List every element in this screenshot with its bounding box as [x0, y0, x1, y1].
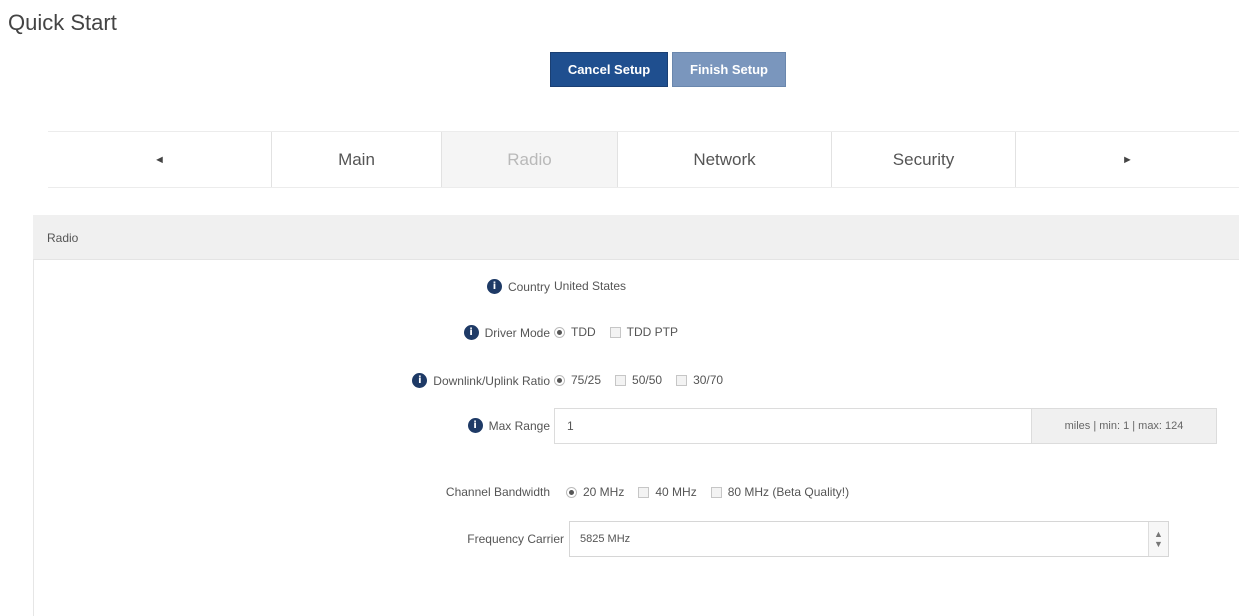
frequency-carrier-select[interactable]: 5825 MHz ▲ ▼ [569, 521, 1169, 557]
max-range-addon: miles | min: 1 | max: 124 [1031, 409, 1216, 443]
driver-mode-label-group: i Driver Mode [463, 325, 550, 340]
max-range-label-group: i Max Range [467, 418, 550, 433]
chevron-down-icon[interactable]: ▲ ▼ [1148, 522, 1168, 556]
bandwidth-label: Channel Bandwidth [445, 485, 550, 499]
ratio-option-75-25[interactable]: 75/25 [554, 373, 601, 387]
option-label: 30/70 [693, 373, 724, 387]
bandwidth-options: 20 MHz 40 MHz 80 MHz (Beta Quality!) [566, 485, 857, 499]
info-icon[interactable]: i [463, 325, 479, 340]
tab-security[interactable]: Security [832, 132, 1016, 187]
page-title: Quick Start [8, 10, 117, 35]
frequency-selected-value: 5825 MHz [580, 533, 631, 545]
country-value: United States [554, 279, 627, 293]
radio-button[interactable] [609, 326, 621, 338]
tab-label: Security [892, 149, 955, 169]
country-label: Country [507, 279, 550, 294]
driver-mode-row: i Driver Mode TDD TDD PTP [34, 318, 1239, 348]
finish-setup-button[interactable]: Finish Setup [672, 52, 786, 87]
tab-network[interactable]: Network [618, 132, 832, 187]
bandwidth-option-40[interactable]: 40 MHz [638, 485, 697, 499]
info-icon[interactable]: i [412, 373, 428, 388]
tab-label: Radio [507, 149, 552, 169]
radio-button[interactable] [615, 374, 627, 386]
ratio-label-group: i Downlink/Uplink Ratio [412, 373, 550, 388]
ratio-label: Downlink/Uplink Ratio [433, 373, 550, 388]
driver-mode-option-tdd-ptp[interactable]: TDD PTP [609, 325, 679, 339]
tab-next-arrow[interactable]: ► [1016, 132, 1239, 187]
radio-button[interactable] [566, 486, 577, 498]
max-range-input[interactable] [555, 409, 1031, 443]
tab-main[interactable]: Main [272, 132, 442, 187]
bandwidth-option-80[interactable]: 80 MHz (Beta Quality!) [710, 485, 850, 499]
tab-prev-arrow[interactable]: ◄ [48, 132, 272, 187]
cancel-setup-button[interactable]: Cancel Setup [550, 52, 668, 87]
ratio-option-30-70[interactable]: 30/70 [676, 373, 723, 387]
max-range-label: Max Range [488, 418, 550, 433]
radio-button[interactable] [554, 374, 565, 386]
bandwidth-option-20[interactable]: 20 MHz [566, 485, 624, 499]
option-label: 40 MHz [655, 485, 697, 499]
tab-radio[interactable]: Radio [442, 132, 618, 187]
option-label: 75/25 [571, 373, 602, 387]
bandwidth-row: Channel Bandwidth 20 MHz 40 MHz 80 MHz (… [34, 478, 1239, 508]
arrow-left-icon: ◄ [154, 153, 165, 166]
ratio-option-50-50[interactable]: 50/50 [615, 373, 662, 387]
setup-actions: Cancel Setup Finish Setup [550, 52, 786, 87]
tab-label: Main [338, 149, 375, 169]
option-label: TDD [571, 325, 596, 339]
frequency-label: Frequency Carrier [467, 532, 564, 546]
tab-label: Network [693, 149, 756, 169]
ratio-options: 75/25 50/50 30/70 [554, 373, 731, 387]
radio-button[interactable] [676, 374, 688, 386]
option-label: TDD PTP [626, 325, 679, 339]
info-icon[interactable]: i [486, 279, 502, 294]
ratio-row: i Downlink/Uplink Ratio 75/25 50/50 30/7… [34, 366, 1239, 396]
driver-mode-option-tdd[interactable]: TDD [554, 325, 596, 339]
driver-mode-label: Driver Mode [484, 325, 550, 340]
country-label-group: i Country [486, 279, 550, 294]
radio-button[interactable] [638, 486, 650, 498]
frequency-row: Frequency Carrier 5825 MHz ▲ ▼ [34, 521, 1239, 557]
country-row: i Country United States [34, 272, 1239, 302]
info-icon[interactable]: i [467, 418, 483, 433]
panel-title: Radio [47, 231, 79, 245]
wizard-tabs: ◄ Main Radio Network Security ► [48, 131, 1239, 188]
arrow-right-icon: ► [1122, 153, 1133, 166]
max-range-input-group: miles | min: 1 | max: 124 [554, 408, 1217, 444]
max-range-row: i Max Range miles | min: 1 | max: 124 [34, 408, 1239, 444]
driver-mode-options: TDD TDD PTP [554, 325, 686, 339]
radio-button[interactable] [554, 326, 565, 338]
option-label: 50/50 [632, 373, 663, 387]
radio-button[interactable] [710, 486, 722, 498]
frequency-label-group: Frequency Carrier [467, 532, 564, 546]
option-label: 20 MHz [583, 485, 625, 499]
radio-settings-panel: i Country United States i Driver Mode TD… [33, 260, 1239, 616]
panel-header: Radio [33, 215, 1239, 260]
bandwidth-label-group: Channel Bandwidth [446, 485, 550, 499]
option-label: 80 MHz (Beta Quality!) [727, 485, 850, 499]
